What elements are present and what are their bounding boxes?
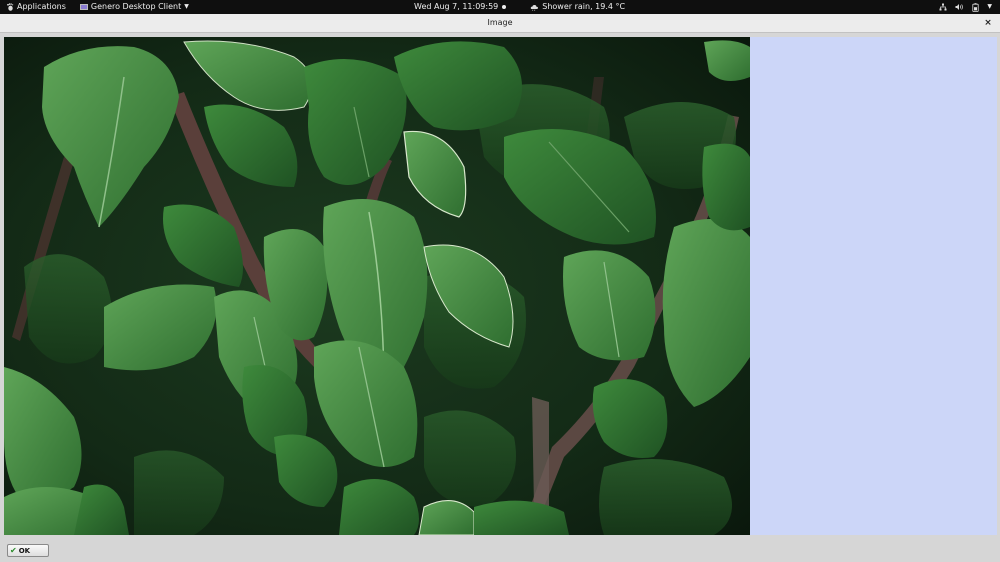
notification-dot-icon <box>502 5 507 9</box>
app-name: Genero Desktop Client <box>90 2 182 11</box>
leaf-photo-image <box>4 37 750 535</box>
network-icon <box>939 3 947 11</box>
weather[interactable]: Shower rain, 19.4 °C <box>530 0 625 14</box>
volume-icon <box>955 4 964 10</box>
weather-cloud-icon <box>531 4 539 11</box>
ok-label: OK <box>18 546 31 555</box>
window-title: Image <box>487 18 513 27</box>
system-menu-chevron-icon: ▼ <box>987 3 992 10</box>
applications-label: Applications <box>17 2 66 11</box>
leaf-photo <box>4 37 750 535</box>
clock[interactable]: Wed Aug 7, 11:09:59 Shower rain, 19.4 °C <box>414 0 625 14</box>
chevron-down-icon: ▼ <box>184 3 189 10</box>
app-menu[interactable]: Genero Desktop Client ▼ <box>79 0 189 14</box>
image-panel <box>4 37 997 535</box>
battery-icon <box>972 2 979 12</box>
weather-text: Shower rain, 19.4 °C <box>542 2 626 11</box>
ok-button[interactable]: ✔ OK <box>7 544 49 557</box>
system-tray[interactable]: ▼ <box>939 0 992 14</box>
window-titlebar[interactable]: Image × <box>0 14 1000 33</box>
datetime: Wed Aug 7, 11:09:59 <box>414 2 499 11</box>
app-window-icon <box>79 4 88 10</box>
top-bar: Applications Genero Desktop Client ▼ Wed… <box>0 0 1000 14</box>
close-button[interactable]: × <box>982 14 994 32</box>
checkmark-icon: ✔ <box>10 545 17 555</box>
gnome-foot-icon <box>7 3 14 11</box>
applications-menu[interactable]: Applications <box>6 0 66 14</box>
